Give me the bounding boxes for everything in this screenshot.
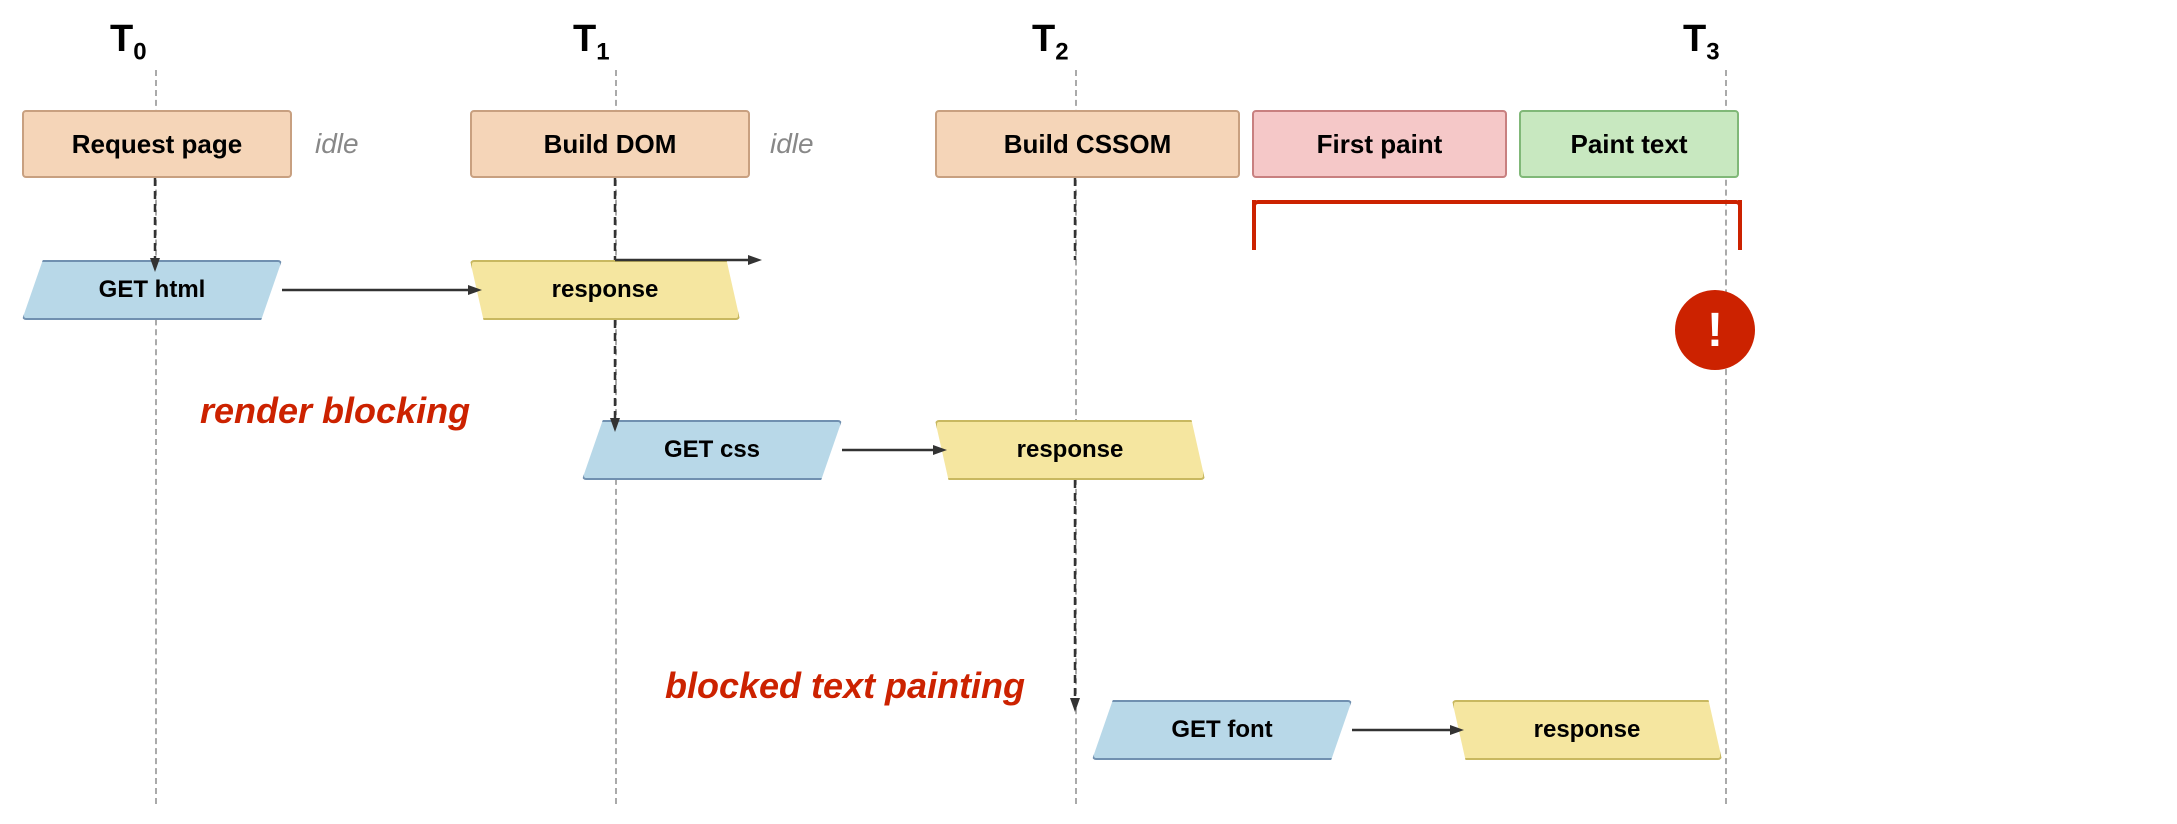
time-label-t1: T1 <box>573 18 610 67</box>
time-label-t2: T2 <box>1032 18 1069 67</box>
bracket-left-leg <box>1252 200 1256 250</box>
get-css-box: GET css <box>582 420 842 480</box>
paint-text-box: Paint text <box>1519 110 1739 178</box>
bracket-right-leg <box>1738 200 1742 250</box>
response-font-box: response <box>1452 700 1722 760</box>
blocked-text-painting-label: blocked text painting <box>665 665 1025 707</box>
build-dom-box: Build DOM <box>470 110 750 178</box>
first-paint-box: First paint <box>1252 110 1507 178</box>
request-page-box: Request page <box>22 110 292 178</box>
idle-label-2: idle <box>770 128 814 160</box>
time-label-t0: T0 <box>110 18 147 67</box>
get-font-box: GET font <box>1092 700 1352 760</box>
get-html-box: GET html <box>22 260 282 320</box>
build-cssom-box: Build CSSOM <box>935 110 1240 178</box>
diagram: T0 T1 T2 T3 Request page idle Build DOM … <box>0 0 2177 824</box>
response-html-box: response <box>470 260 740 320</box>
vline-t0 <box>155 70 157 804</box>
time-label-t3: T3 <box>1683 18 1720 67</box>
warning-icon: ! <box>1675 290 1755 370</box>
idle-label-1: idle <box>315 128 359 160</box>
red-bracket <box>1252 200 1742 250</box>
vline-t3 <box>1725 70 1727 804</box>
response-css-box: response <box>935 420 1205 480</box>
render-blocking-label: render blocking <box>200 390 470 432</box>
